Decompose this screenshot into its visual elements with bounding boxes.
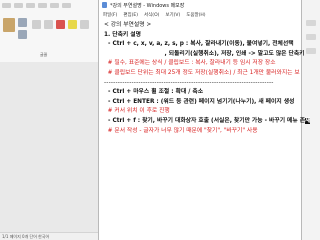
text-line-content: # 클립보드 단위는 최대 25개 정도 저장(실행취소) / 최근 1개만 불… [104, 69, 300, 76]
text-line: < 강의 부연설명 > [104, 21, 297, 31]
text-editor-area[interactable]: < 강의 부연설명 > 1. 단축키 설명 - Ctrl + c, x, v, a… [99, 19, 311, 137]
menu-file[interactable]: 파일(F) [103, 12, 117, 18]
text-line: # 필수, 표준에는 상식 / 클립보드 : 복사, 잘라내기 등 임시 저장 … [104, 59, 297, 69]
text-line-content: - Ctrl + f : 찾기, 바꾸기 대화상자 호출 (서실은, 찾기만 가… [104, 117, 306, 124]
text-line: , 되돌리기(실행취소), 저장, 인쇄 -> 말고도 많은 단축키 [104, 50, 305, 60]
menu-help[interactable]: 도움말(H) [186, 12, 205, 18]
menu-view[interactable]: 보기(V) [165, 12, 180, 18]
text-line-content: - Ctrl + c, x, v, a, z, s, p : 복사, 잘라내기(… [104, 41, 294, 48]
italic-icon[interactable] [44, 20, 53, 29]
font-color-icon[interactable] [56, 20, 65, 29]
menu-bar: 파일(F) 편집(E) 서식(O) 보기(V) 도움말(H) [99, 10, 301, 19]
paste-icon[interactable] [3, 18, 15, 32]
cut-icon[interactable] [18, 18, 27, 27]
ribbon-group-label: 글꼴 [40, 52, 48, 57]
text-selection-cursor: 재 [305, 117, 311, 124]
background-document-area [0, 62, 98, 232]
bold-icon[interactable] [32, 20, 41, 29]
text-line: # 커서 위치 이 후로 진행 [104, 107, 297, 117]
text-line-content: - Ctrl + ENTER : (워드 등 관련) 페이지 넘기기(나누기),… [104, 98, 295, 105]
text-line-content: 1. 단축키 설명 [104, 31, 141, 38]
text-line: - Ctrl + c, x, v, a, z, s, p : 복사, 잘라내기(… [104, 40, 297, 50]
text-line-content: < 강의 부연설명 > [104, 22, 152, 28]
text-line: - Ctrl + ENTER : (워드 등 관련) 페이지 넘기기(나누기),… [104, 98, 297, 108]
align-icon[interactable] [80, 20, 89, 29]
menu-format[interactable]: 서식(O) [144, 12, 159, 18]
text-line-content: # 필수, 표준에는 상식 / 클립보드 : 복사, 잘라내기 등 임시 저장 … [104, 60, 276, 67]
window-title: *강의 부연설명 - Windows 메모장 [110, 2, 185, 9]
highlight-icon[interactable] [68, 20, 77, 29]
text-line: # 클립보드 단위는 최대 25개 정도 저장(실행취소) / 최근 1개만 불… [104, 69, 300, 79]
menu-edit[interactable]: 편집(E) [123, 12, 138, 18]
notepad-window[interactable]: *강의 부연설명 - Windows 메모장 파일(F) 편집(E) 서식(O)… [98, 0, 311, 240]
text-line-content: - Ctrl + 마우스 휠 조절 : 확대 / 축소 [104, 89, 204, 96]
copy-icon[interactable] [18, 30, 27, 39]
text-line-content: # 문서 작성 - 글자가 너무 많기 때문에 "찾기", "바꾸기" 사용 [104, 127, 258, 134]
background-ribbon: 글꼴 [0, 0, 98, 63]
text-line: - Ctrl + 마우스 휠 조절 : 확대 / 축소 [104, 88, 297, 98]
text-line: # 문서 작성 - 글자가 너무 많기 때문에 "찾기", "바꾸기" 사용 [104, 127, 297, 137]
background-ribbon-tabs [2, 3, 71, 11]
background-status-bar: 1/1 페이지 0개 단어 한국어 [0, 232, 98, 240]
text-line: ----------------------------------------… [104, 79, 297, 89]
text-line-content: # 커서 위치 이 후로 진행 [104, 108, 170, 115]
text-line: 1. 단축키 설명 [104, 31, 297, 41]
background-word-window: 글꼴 1/1 페이지 0개 단어 한국어 [0, 0, 98, 240]
notepad-app-icon [102, 2, 107, 8]
notepad-title-bar[interactable]: *강의 부연설명 - Windows 메모장 [99, 0, 301, 10]
text-line: - Ctrl + f : 찾기, 바꾸기 대화상자 호출 (서실은, 찾기만 가… [104, 117, 311, 127]
text-line-content: , 되돌리기(실행취소), 저장, 인쇄 -> 말고도 많은 단축키 [104, 50, 305, 57]
text-line-content: ----------------------------------------… [104, 79, 274, 86]
